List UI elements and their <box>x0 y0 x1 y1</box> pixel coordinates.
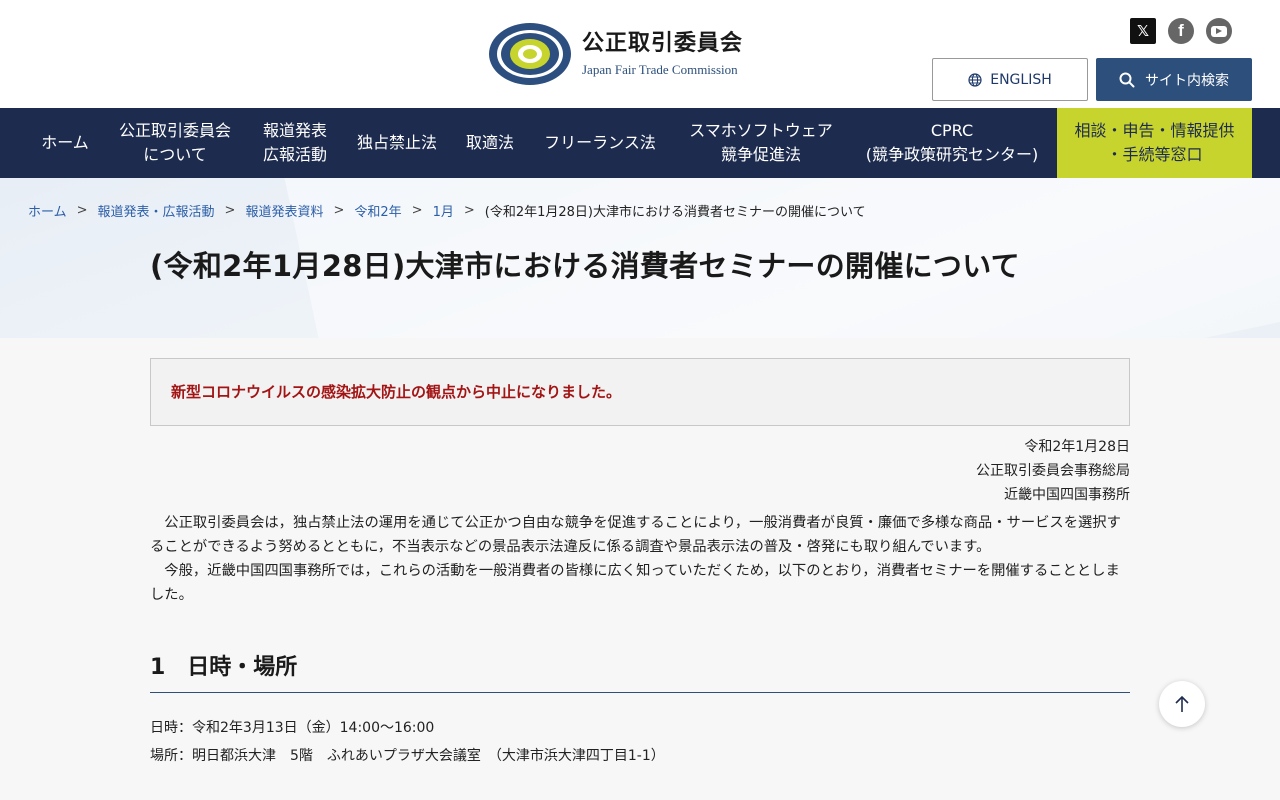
nav-item-smartphone[interactable]: スマホソフトウェア 競争促進法 <box>672 108 850 178</box>
breadcrumb-separator: > <box>76 203 88 218</box>
breadcrumb-year[interactable]: 令和2年 <box>354 201 401 220</box>
nav-item-antimonopoly[interactable]: 独占禁止法 <box>342 108 452 178</box>
site-header: 公正取引委員会 Japan Fair Trade Commission 𝕏 f … <box>0 0 1280 108</box>
nav-item-about[interactable]: 公正取引委員会 について <box>102 108 248 178</box>
breadcrumb-separator: > <box>224 203 236 218</box>
logo-title-ja: 公正取引委員会 <box>582 31 744 56</box>
nav-item-consultation[interactable]: 相談・申告・情報提供 ・手続等窓口 <box>1057 108 1252 178</box>
arrow-up-icon <box>1175 695 1189 712</box>
body-text: 公正取引委員会は，独占禁止法の運用を通じて公正かつ自由な競争を促進することにより… <box>150 511 1130 607</box>
body-paragraph: 公正取引委員会は，独占禁止法の運用を通じて公正かつ自由な競争を促進することにより… <box>150 515 1121 555</box>
body-paragraph: 今般，近畿中国四国事務所では，これらの活動を一般消費者の皆様に広く知っていただく… <box>150 563 1120 603</box>
nav-item-freelance[interactable]: フリーランス法 <box>528 108 672 178</box>
back-to-top-button[interactable] <box>1159 681 1205 727</box>
english-button[interactable]: ENGLISH <box>932 58 1088 101</box>
breadcrumb-home[interactable]: ホーム <box>28 201 67 220</box>
breadcrumb-press-materials[interactable]: 報道発表資料 <box>245 201 323 220</box>
search-icon <box>1119 72 1135 87</box>
issue-date: 令和2年1月28日 <box>1024 439 1130 455</box>
issuer-block: 令和2年1月28日 公正取引委員会事務総局 近畿中国四国事務所 <box>976 435 1130 507</box>
site-logo[interactable]: 公正取引委員会 Japan Fair Trade Commission <box>488 22 743 86</box>
breadcrumb: ホーム > 報道発表・広報活動 > 報道発表資料 > 令和2年 > 1月 > (… <box>28 201 866 220</box>
event-datetime: 日時：令和2年3月13日（金）14:00〜16:00 <box>150 720 435 736</box>
event-place: 場所：明日都浜大津 5階 ふれあいプラザ大会議室 （大津市浜大津四丁目1-1） <box>150 748 665 764</box>
x-twitter-icon[interactable]: 𝕏 <box>1130 18 1156 44</box>
section-heading: 1 日時・場所 <box>150 649 1130 693</box>
nav-item-press[interactable]: 報道発表 広報活動 <box>248 108 342 178</box>
breadcrumb-press[interactable]: 報道発表・広報活動 <box>98 201 215 220</box>
breadcrumb-separator: > <box>463 203 475 218</box>
issuer-office: 近畿中国四国事務所 <box>1004 487 1130 503</box>
breadcrumb-current: (令和2年1月28日)大津市における消費者セミナーの開催について <box>484 205 866 220</box>
breadcrumb-month[interactable]: 1月 <box>433 201 454 220</box>
breadcrumb-separator: > <box>411 203 423 218</box>
global-nav: ホーム 公正取引委員会 について 報道発表 広報活動 独占禁止法 取適法 フリー… <box>0 108 1280 178</box>
nav-item-cprc[interactable]: CPRC (競争政策研究センター) <box>850 108 1054 178</box>
logo-title-en: Japan Fair Trade Commission <box>582 62 738 77</box>
cancellation-notice: 新型コロナウイルスの感染拡大防止の観点から中止になりました。 <box>150 358 1130 426</box>
event-details: 日時：令和2年3月13日（金）14:00〜16:00 場所：明日都浜大津 5階 … <box>150 714 665 770</box>
issuer-org: 公正取引委員会事務総局 <box>976 463 1130 479</box>
jftc-emblem-icon <box>489 23 571 85</box>
nav-item-home[interactable]: ホーム <box>28 108 102 178</box>
page-hero: ホーム > 報道発表・広報活動 > 報道発表資料 > 令和2年 > 1月 > (… <box>0 178 1280 338</box>
page-title: (令和2年1月28日)大津市における消費者セミナーの開催について <box>150 249 1020 283</box>
english-label: ENGLISH <box>990 71 1052 88</box>
breadcrumb-separator: > <box>333 203 345 218</box>
globe-icon <box>968 72 982 87</box>
youtube-icon[interactable] <box>1206 18 1232 44</box>
facebook-icon[interactable]: f <box>1168 18 1194 44</box>
nav-item-subcontract[interactable]: 取適法 <box>452 108 528 178</box>
search-label: サイト内検索 <box>1145 72 1229 89</box>
site-search-button[interactable]: サイト内検索 <box>1096 58 1252 101</box>
